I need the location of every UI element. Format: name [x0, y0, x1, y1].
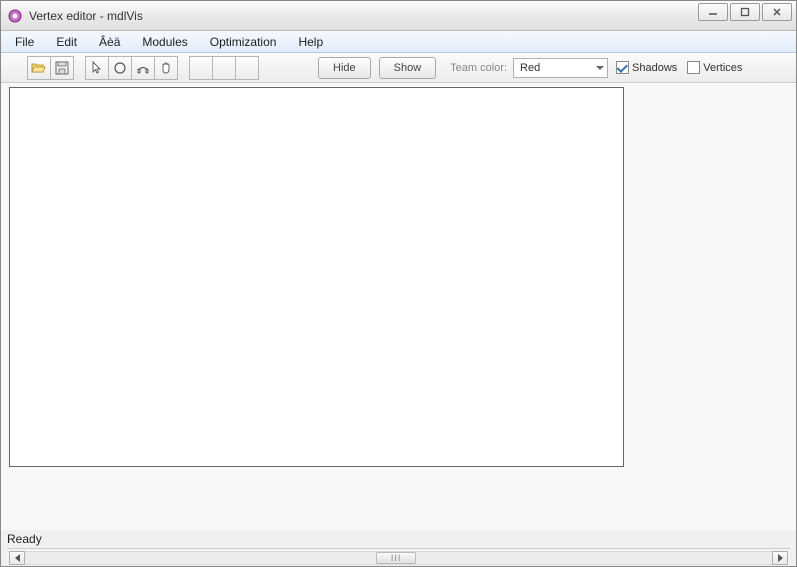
grip-icon: III	[391, 553, 402, 563]
app-icon	[7, 8, 23, 24]
empty-tool-2[interactable]	[212, 56, 236, 80]
team-color-label: Team color:	[450, 62, 507, 74]
pan-tool-button[interactable]	[154, 56, 178, 80]
cursor-icon	[91, 61, 103, 75]
empty-tool-1[interactable]	[189, 56, 213, 80]
vertices-label: Vertices	[703, 62, 742, 74]
menu-edit[interactable]: Edit	[46, 33, 87, 51]
close-button[interactable]	[762, 3, 792, 21]
headphones-icon	[136, 61, 150, 75]
shadows-checkbox[interactable]: Shadows	[616, 61, 677, 74]
minimize-button[interactable]	[698, 3, 728, 21]
team-color-value: Red	[520, 62, 540, 74]
triangle-right-icon	[778, 554, 783, 562]
window-title: Vertex editor - mdlVis	[29, 9, 143, 23]
checkbox-icon	[616, 61, 629, 74]
save-button[interactable]	[50, 56, 74, 80]
select-tool-button[interactable]	[85, 56, 109, 80]
show-button[interactable]: Show	[379, 57, 437, 79]
maximize-button[interactable]	[730, 3, 760, 21]
menu-file[interactable]: File	[5, 33, 44, 51]
menu-help[interactable]: Help	[288, 33, 333, 51]
chevron-down-icon	[596, 66, 604, 70]
scroll-track[interactable]: III	[25, 551, 772, 565]
horizontal-scrollbar[interactable]: III	[7, 548, 790, 566]
menu-bar: File Edit Âèä Modules Optimization Help	[1, 31, 796, 53]
title-bar: Vertex editor - mdlVis	[1, 1, 796, 31]
scroll-right-button[interactable]	[772, 551, 788, 565]
menu-view[interactable]: Âèä	[89, 33, 130, 51]
scroll-left-button[interactable]	[9, 551, 25, 565]
scroll-thumb[interactable]: III	[376, 552, 416, 564]
toolbar: Hide Show Team color: Red Shadows Vertic…	[1, 53, 796, 83]
shadows-label: Shadows	[632, 62, 677, 74]
canvas-viewport[interactable]	[9, 87, 624, 467]
workspace	[1, 83, 796, 530]
empty-tool-3[interactable]	[235, 56, 259, 80]
triangle-left-icon	[15, 554, 20, 562]
menu-modules[interactable]: Modules	[132, 33, 197, 51]
open-button[interactable]	[27, 56, 51, 80]
hide-button[interactable]: Hide	[318, 57, 371, 79]
hand-icon	[159, 61, 173, 75]
menu-optimization[interactable]: Optimization	[200, 33, 287, 51]
rotate-tool-button[interactable]	[131, 56, 155, 80]
window-controls	[698, 3, 792, 21]
folder-open-icon	[31, 61, 47, 75]
status-text: Ready	[7, 532, 42, 546]
circle-tool-button[interactable]	[108, 56, 132, 80]
checkbox-icon	[687, 61, 700, 74]
status-bar: Ready	[1, 530, 796, 548]
floppy-disk-icon	[55, 61, 69, 75]
circle-icon	[113, 61, 127, 75]
team-color-combo[interactable]: Red	[513, 58, 608, 78]
vertices-checkbox[interactable]: Vertices	[687, 61, 742, 74]
